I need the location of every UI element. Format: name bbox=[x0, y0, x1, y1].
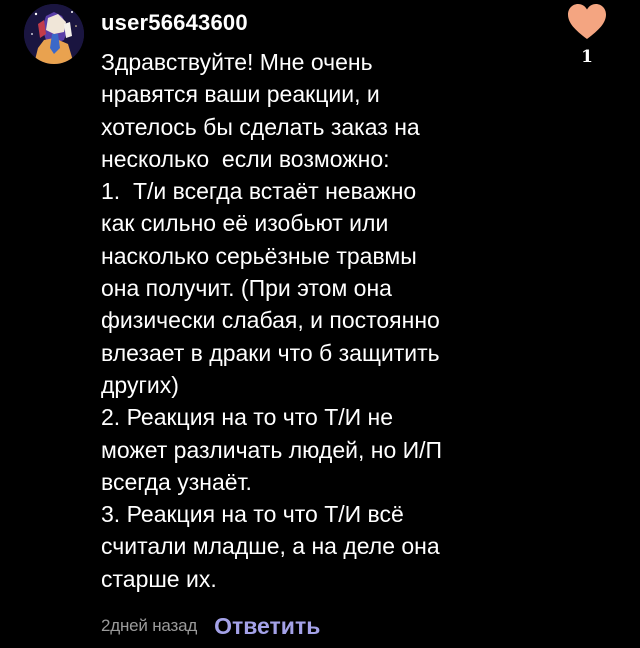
comment-body-line: Здравствуйте! Мне очень bbox=[101, 49, 373, 75]
comment-meta: 2дней назад Ответить bbox=[101, 611, 320, 641]
avatar[interactable] bbox=[24, 4, 84, 64]
like-control: 1 bbox=[566, 0, 608, 67]
reply-button[interactable]: Ответить bbox=[214, 613, 320, 640]
comment-body-line: считали младше, а на деле она bbox=[101, 533, 440, 560]
comment-body-line: всегда узнаёт. bbox=[101, 468, 252, 495]
comment-body-line: других) bbox=[101, 371, 179, 398]
comment-body-line: несколько если возможно: bbox=[101, 145, 390, 172]
comment-body-line: она получит. (При этом она bbox=[101, 275, 392, 302]
comment-body-line: как сильно её изобьют или bbox=[101, 210, 389, 237]
comment-username[interactable]: user56643600 bbox=[101, 10, 248, 36]
comment-body-line: влезает в драки что б защитить bbox=[101, 339, 440, 366]
comment-timestamp: 2дней назад bbox=[101, 616, 198, 635]
comment-body-line: 3. Реакция на то что Т/И всё bbox=[101, 501, 404, 528]
comment-body-line: может различать людей, но И/П bbox=[101, 436, 443, 463]
comment-body-line: физически слабая, и постоянно bbox=[101, 307, 440, 334]
comment-body-line: 1. Т/и всегда встаёт неважно bbox=[101, 178, 417, 205]
comment-body-line: нравятся ваши реакции, и bbox=[101, 81, 380, 108]
comment-body-line: насколько серьёзные травмы bbox=[101, 242, 417, 269]
comment-body: Здравствуйте! Мне очень нравятся ваши ре… bbox=[101, 46, 521, 595]
avatar-illustration bbox=[24, 4, 84, 64]
comment-item: user56643600 Здравствуйте! Мне очень нра… bbox=[0, 0, 640, 648]
like-count: 1 bbox=[581, 47, 593, 67]
comment-body-line: 2. Реакция на то что Т/И не bbox=[101, 404, 394, 431]
heart-icon[interactable] bbox=[567, 3, 607, 41]
comment-body-line: хотелось бы сделать заказ на bbox=[101, 113, 420, 140]
comment-body-line: старше их. bbox=[101, 565, 217, 592]
